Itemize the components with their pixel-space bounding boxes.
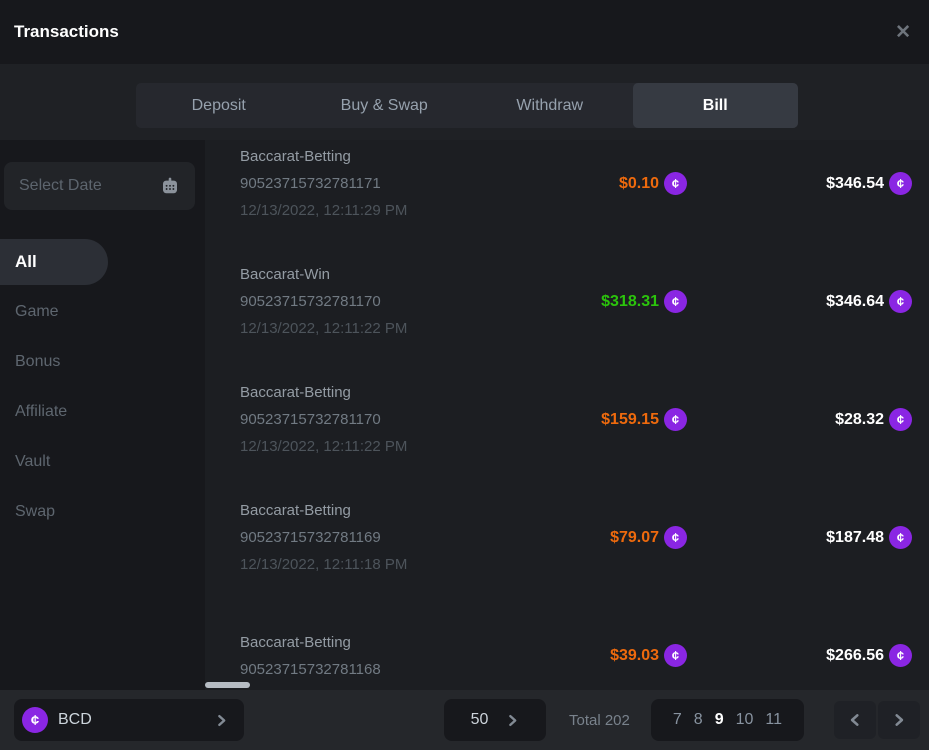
bcd-coin-icon: ¢ [664, 526, 687, 549]
page-number-11[interactable]: 11 [759, 711, 788, 729]
transaction-amount: $318.31 [601, 293, 659, 311]
pagination-nav [834, 701, 920, 739]
filter-item-game[interactable]: Game [0, 287, 205, 337]
transaction-id: 90523715732781170 [240, 288, 527, 315]
bcd-coin-icon: ¢ [889, 172, 912, 195]
transaction-id: 90523715732781168 [240, 656, 527, 683]
page-number-10[interactable]: 10 [730, 711, 760, 729]
scrollbar-thumb[interactable] [205, 682, 250, 688]
bcd-coin-icon: ¢ [664, 290, 687, 313]
filter-item-all[interactable]: All [0, 239, 108, 285]
transaction-row: Baccarat-Win 90523715732781170 12/13/202… [240, 261, 912, 342]
currency-label: BCD [58, 711, 92, 729]
chevron-right-icon [892, 713, 906, 727]
select-date-placeholder: Select Date [19, 177, 102, 195]
chevron-left-icon [848, 713, 862, 727]
page-number-7[interactable]: 7 [667, 711, 688, 729]
page-number-8[interactable]: 8 [688, 711, 709, 729]
transaction-name: Baccarat-Betting [240, 379, 527, 406]
transaction-balance: $187.48 [826, 529, 884, 547]
calendar-icon [160, 176, 180, 196]
chevron-right-icon [506, 714, 519, 727]
prev-page-button[interactable] [834, 701, 876, 739]
tab-withdraw[interactable]: Withdraw [467, 83, 633, 128]
bcd-coin-icon: ¢ [664, 408, 687, 431]
transaction-datetime: 12/13/2022, 12:11:22 PM [240, 433, 527, 460]
bcd-coin-icon: ¢ [664, 644, 687, 667]
filter-sidebar: Select Date All Game Bonus Affiliate Vau… [0, 140, 205, 690]
tab-container: Deposit Buy & Swap Withdraw Bill [136, 83, 798, 128]
tabs-row: Deposit Buy & Swap Withdraw Bill [0, 64, 929, 140]
tab-buy-swap[interactable]: Buy & Swap [302, 83, 468, 128]
page-size-selector[interactable]: 50 [444, 699, 546, 741]
transaction-balance: $28.32 [835, 411, 884, 429]
page-title: Transactions [14, 22, 119, 42]
transaction-id: 90523715732781171 [240, 170, 527, 197]
close-icon[interactable]: ✕ [895, 23, 911, 42]
transaction-datetime: 12/13/2022, 12:11:22 PM [240, 315, 527, 342]
next-page-button[interactable] [878, 701, 920, 739]
transaction-row: Baccarat-Betting 90523715732781168 $39.0… [240, 615, 912, 690]
tab-bill[interactable]: Bill [633, 83, 799, 128]
transaction-amount: $159.15 [601, 411, 659, 429]
transaction-amount: $79.07 [610, 529, 659, 547]
transaction-amount: $39.03 [610, 647, 659, 665]
transaction-list[interactable]: Baccarat-Betting 90523715732781171 12/13… [205, 140, 929, 690]
transaction-id: 90523715732781169 [240, 524, 527, 551]
transaction-row: Baccarat-Betting 90523715732781170 12/13… [240, 379, 912, 460]
transaction-datetime: 12/13/2022, 12:11:29 PM [240, 197, 527, 224]
currency-selector-button[interactable]: ¢ BCD [14, 699, 244, 741]
transaction-name: Baccarat-Betting [240, 497, 527, 524]
pagination: 7 8 9 10 11 [651, 699, 804, 741]
bcd-coin-icon: ¢ [889, 408, 912, 431]
footer-bar: ¢ BCD 50 Total 202 7 8 9 10 11 [0, 690, 929, 750]
page-size-value: 50 [471, 711, 489, 729]
bcd-coin-icon: ¢ [664, 172, 687, 195]
chevron-right-icon [215, 714, 228, 727]
filter-item-vault[interactable]: Vault [0, 437, 205, 487]
filter-item-affiliate[interactable]: Affiliate [0, 387, 205, 437]
select-date-input[interactable]: Select Date [4, 162, 195, 210]
tab-deposit[interactable]: Deposit [136, 83, 302, 128]
transaction-row: Baccarat-Betting 90523715732781169 12/13… [240, 497, 912, 578]
page-number-9[interactable]: 9 [709, 711, 730, 729]
transaction-amount: $0.10 [619, 175, 659, 193]
total-count-label: Total 202 [569, 712, 630, 729]
transaction-name: Baccarat-Betting [240, 629, 527, 656]
bcd-coin-icon: ¢ [889, 644, 912, 667]
transaction-row: Baccarat-Betting 90523715732781171 12/13… [240, 143, 912, 224]
transaction-balance: $346.54 [826, 175, 884, 193]
transaction-id: 90523715732781170 [240, 406, 527, 433]
bcd-coin-icon: ¢ [889, 290, 912, 313]
filter-list: All Game Bonus Affiliate Vault Swap [0, 237, 205, 537]
modal-header: Transactions ✕ [0, 0, 929, 64]
content-area: Select Date All Game Bonus Affiliate Vau… [0, 140, 929, 690]
filter-item-bonus[interactable]: Bonus [0, 337, 205, 387]
transaction-name: Baccarat-Betting [240, 143, 527, 170]
bcd-coin-icon: ¢ [889, 526, 912, 549]
bcd-coin-icon: ¢ [22, 707, 48, 733]
transaction-datetime: 12/13/2022, 12:11:18 PM [240, 551, 527, 578]
transaction-balance: $266.56 [826, 647, 884, 665]
filter-item-swap[interactable]: Swap [0, 487, 205, 537]
transaction-balance: $346.64 [826, 293, 884, 311]
transaction-name: Baccarat-Win [240, 261, 527, 288]
